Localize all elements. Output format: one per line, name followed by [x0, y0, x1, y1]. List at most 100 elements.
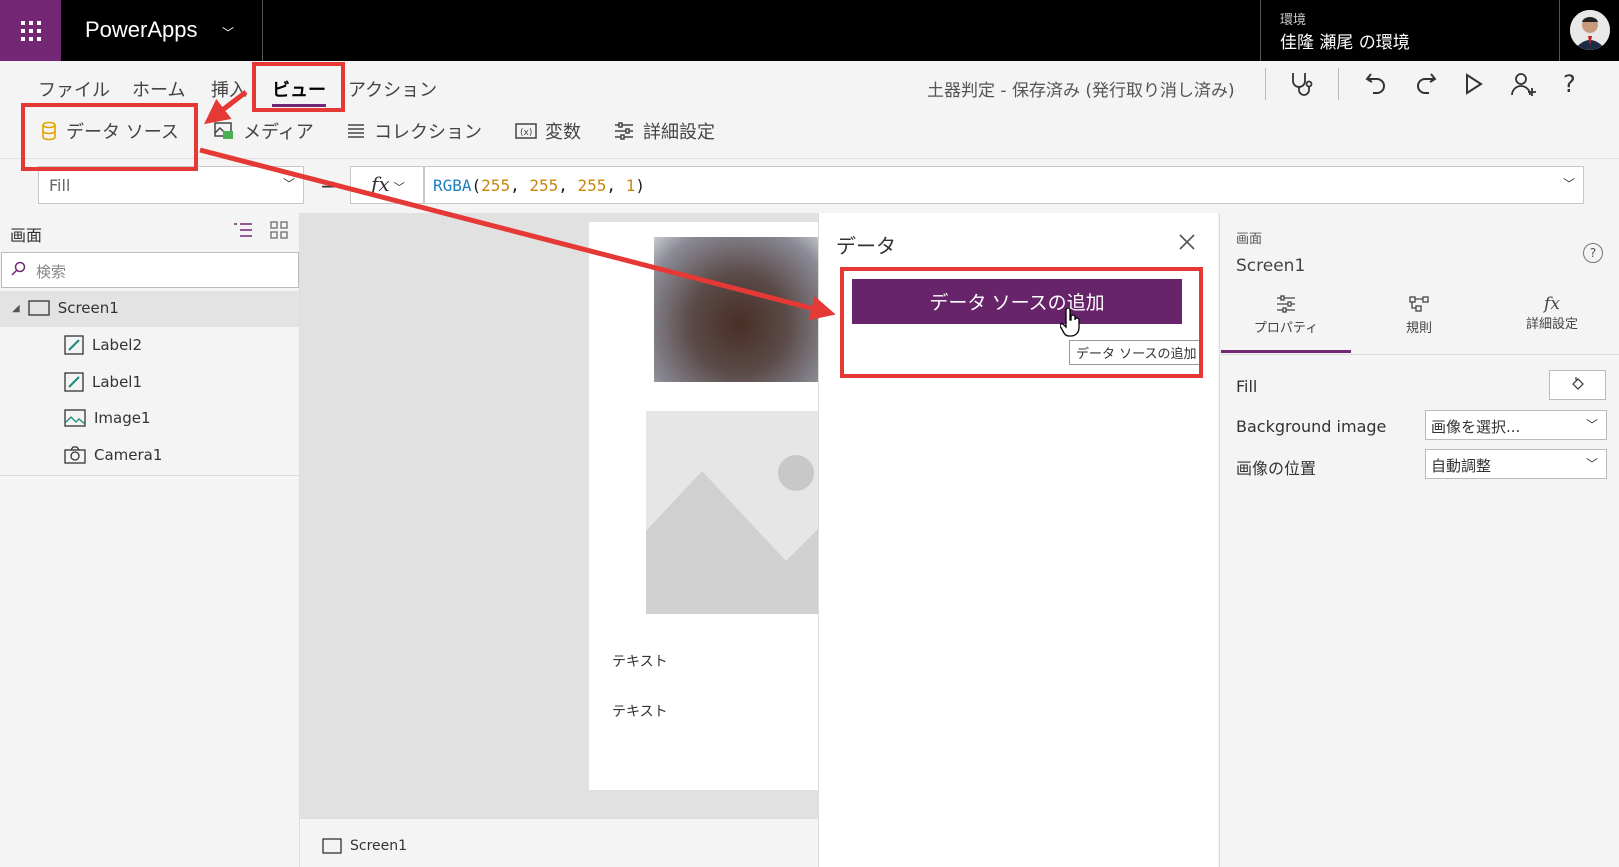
- highlight-add-data-source: [840, 267, 1203, 378]
- help-icon[interactable]: ?: [1583, 243, 1603, 263]
- image-position-dropdown[interactable]: 自動調整 ﹀: [1425, 449, 1607, 479]
- menu-file[interactable]: ファイル: [38, 76, 110, 102]
- expand-formula-icon[interactable]: ﹀: [1563, 175, 1575, 192]
- fx-icon: fx: [1544, 294, 1560, 314]
- chevron-down-icon[interactable]: ﹀: [222, 24, 234, 41]
- formula-arg: 255: [577, 176, 607, 195]
- collections-button[interactable]: コレクション: [346, 118, 482, 144]
- media-label: メディア: [243, 122, 314, 143]
- fx-icon: fx: [371, 172, 390, 196]
- tree-item-image1[interactable]: Image1: [64, 409, 151, 427]
- divider: [1338, 68, 1339, 100]
- camera-preview[interactable]: [654, 237, 824, 382]
- thumbnail-view-toggle[interactable]: [269, 220, 289, 244]
- tab-properties[interactable]: プロパティ: [1221, 295, 1351, 353]
- screen-selector[interactable]: Screen1: [322, 838, 407, 854]
- variables-label: 変数: [545, 122, 581, 143]
- tree-item-label1[interactable]: Label1: [64, 372, 142, 392]
- chevron-down-icon: ﹀: [1585, 457, 1598, 471]
- tab-rules[interactable]: 規則: [1354, 295, 1484, 336]
- divider: [1221, 354, 1619, 355]
- fx-button[interactable]: fx ﹀: [350, 166, 424, 204]
- waffle-icon: [20, 20, 41, 41]
- image-placeholder[interactable]: [646, 411, 826, 614]
- formula-arg: 255: [529, 176, 559, 195]
- menu-action[interactable]: アクション: [348, 76, 437, 102]
- formula-paren: ): [635, 176, 645, 195]
- label-edit-icon: [64, 335, 84, 355]
- highlight-data-sources: [21, 103, 198, 171]
- collections-label: コレクション: [374, 122, 482, 143]
- help-icon: ?: [1563, 70, 1576, 98]
- variables-button[interactable]: (x) 変数: [515, 118, 581, 144]
- tab-label: プロパティ: [1253, 321, 1319, 336]
- tree-view-toggle[interactable]: [232, 220, 254, 244]
- undo-icon: [1365, 73, 1385, 94]
- grid-icon: [270, 221, 288, 239]
- tree-search-input[interactable]: 検索: [1, 252, 299, 288]
- search-icon: [10, 261, 26, 281]
- settings-sliders-icon: [615, 122, 633, 140]
- divider: [1265, 68, 1266, 100]
- fill-color-picker[interactable]: [1549, 370, 1606, 400]
- selected-control-name[interactable]: Screen1: [1236, 256, 1305, 276]
- app-launcher-button[interactable]: [0, 0, 61, 61]
- help-button[interactable]: ?: [1563, 70, 1576, 98]
- camera-icon: [64, 446, 86, 464]
- background-image-dropdown[interactable]: 画像を選択... ﹀: [1425, 410, 1607, 440]
- tree-item-label: Screen1: [57, 299, 119, 317]
- equals-sign: =: [320, 172, 337, 196]
- formula-arg: 1: [625, 176, 636, 195]
- save-status: 土器判定 - 保存済み (発行取り消し済み): [927, 81, 1235, 101]
- paint-bucket-icon: [1571, 377, 1584, 390]
- environment-name[interactable]: 佳隆 瀬尾 の環境: [1280, 28, 1410, 53]
- undo-button[interactable]: [1363, 70, 1389, 100]
- dropdown-value: 自動調整: [1431, 457, 1492, 475]
- redo-button[interactable]: [1413, 70, 1439, 100]
- prop-fill-label: Fill: [1236, 377, 1258, 396]
- close-data-panel-button[interactable]: [1178, 233, 1196, 255]
- tree-item-camera1[interactable]: Camera1: [64, 446, 162, 464]
- tree-item-label: Camera1: [94, 446, 163, 464]
- data-panel-title: データ: [836, 234, 896, 258]
- menu-insert[interactable]: 挿入: [211, 76, 247, 102]
- tab-advanced[interactable]: fx 詳細設定: [1487, 295, 1617, 332]
- formula-paren: (: [471, 176, 482, 195]
- label2-text[interactable]: テキスト: [612, 701, 668, 721]
- stethoscope-icon: [1292, 73, 1313, 96]
- advanced-settings-label: 詳細設定: [643, 122, 715, 143]
- property-dropdown[interactable]: Fill ﹀: [38, 166, 304, 204]
- tree-screen1[interactable]: ◢ Screen1: [12, 299, 119, 317]
- media-button[interactable]: メディア: [213, 118, 314, 144]
- avatar[interactable]: [1570, 10, 1610, 50]
- label1-text[interactable]: テキスト: [612, 651, 668, 671]
- redo-icon: [1417, 73, 1437, 94]
- close-icon: [1179, 234, 1195, 250]
- media-icon: [214, 122, 233, 139]
- search-placeholder: 検索: [36, 263, 67, 281]
- app-title[interactable]: PowerApps: [85, 17, 198, 43]
- variable-icon: (x): [515, 123, 537, 139]
- preview-button[interactable]: [1463, 72, 1485, 100]
- selection-type: 画面: [1236, 232, 1263, 247]
- formula-input[interactable]: RGBA(255, 255, 255, 1) ﹀: [424, 166, 1584, 204]
- highlight-view-menu: [252, 62, 345, 112]
- chevron-down-icon: ﹀: [282, 177, 295, 191]
- formula-arg: 255: [481, 176, 511, 195]
- user-photo-icon: [1570, 10, 1610, 50]
- property-value: Fill: [49, 176, 71, 195]
- add-user-icon: [1511, 73, 1536, 96]
- tree-item-label2[interactable]: Label2: [64, 335, 142, 355]
- environment-label: 環境: [1280, 13, 1307, 28]
- share-button[interactable]: [1510, 70, 1538, 102]
- prop-image-position-label: 画像の位置: [1236, 459, 1317, 478]
- advanced-settings-button[interactable]: 詳細設定: [613, 118, 715, 144]
- tree-item-label: Label1: [92, 373, 143, 391]
- tree-item-label: Image1: [94, 409, 151, 427]
- collapse-icon[interactable]: ◢: [12, 303, 20, 314]
- menu-home[interactable]: ホーム: [132, 76, 185, 102]
- chevron-down-icon: ﹀: [393, 181, 405, 194]
- tab-label: 詳細設定: [1525, 317, 1578, 332]
- chevron-down-icon: ﹀: [1585, 418, 1598, 432]
- app-checker-button[interactable]: [1287, 70, 1315, 102]
